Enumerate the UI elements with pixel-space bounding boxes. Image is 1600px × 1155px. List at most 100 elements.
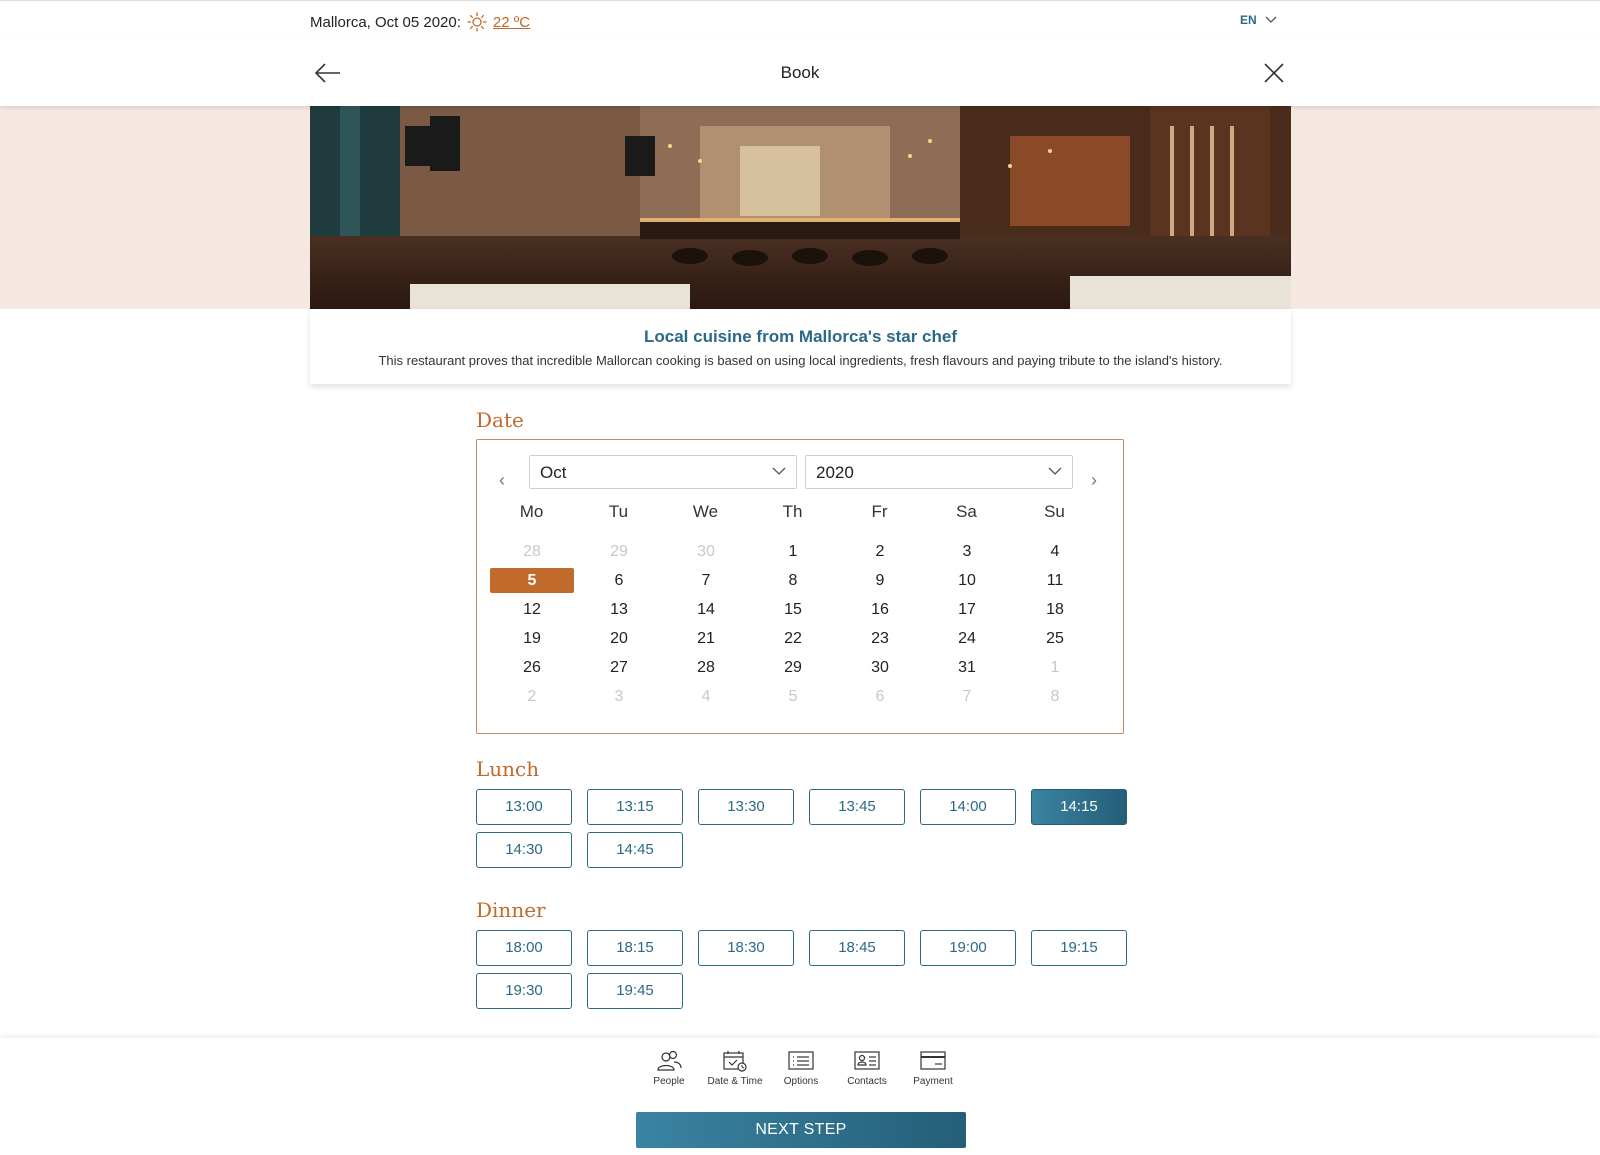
calendar-day[interactable]: 10 — [925, 568, 1009, 593]
year-select-value: 2020 — [816, 463, 854, 482]
month-select[interactable]: Oct — [529, 455, 797, 489]
chevron-down-icon — [1265, 16, 1277, 23]
restaurant-hero-image — [310, 106, 1291, 309]
weekday-header: Th — [782, 502, 803, 521]
calendar-day-outside-month: 29 — [610, 543, 628, 560]
lunch-time-slot-button[interactable]: 13:15 — [587, 789, 683, 825]
page-header: Book — [0, 39, 1600, 106]
calendar-day[interactable]: 12 — [490, 597, 574, 622]
dinner-time-slot-button[interactable]: 19:30 — [476, 973, 572, 1009]
calendar-day[interactable]: 3 — [925, 539, 1009, 564]
restaurant-interior-illustration — [310, 106, 1291, 309]
calendar-day[interactable]: 17 — [925, 597, 1009, 622]
prev-month-arrow-icon[interactable]: ‹ — [499, 470, 505, 491]
page-title: Book — [780, 63, 820, 82]
weekday-header: Sa — [956, 502, 977, 521]
lunch-time-slot-button[interactable]: 13:00 — [476, 789, 572, 825]
dinner-time-slot-button[interactable]: 19:45 — [587, 973, 683, 1009]
calendar-day[interactable]: 31 — [925, 655, 1009, 680]
calendar-day-outside-month: 3 — [614, 688, 624, 705]
calendar-day[interactable]: 9 — [838, 568, 922, 593]
next-step-button[interactable]: NEXT STEP — [636, 1112, 966, 1148]
dinner-time-slot-button[interactable]: 18:15 — [587, 930, 683, 966]
dinner-time-slot-button[interactable]: 18:00 — [476, 930, 572, 966]
step-people[interactable]: People — [636, 1050, 702, 1115]
calendar-day[interactable]: 24 — [925, 626, 1009, 651]
dinner-time-slot-button[interactable]: 19:15 — [1031, 930, 1127, 966]
calendar-day-outside-month: 4 — [701, 688, 711, 705]
calendar-day[interactable]: 28 — [664, 655, 748, 680]
step-label: Payment — [913, 1076, 953, 1087]
calendar-day-outside-month: 5 — [788, 688, 798, 705]
calendar-day[interactable]: 11 — [1013, 568, 1097, 593]
temperature-link[interactable]: 22 ºC — [493, 14, 530, 31]
top-info-bar: Mallorca, Oct 05 2020: 22 ºC EN — [0, 0, 1600, 39]
lunch-time-slot-button[interactable]: 14:45 — [587, 832, 683, 868]
step-contacts[interactable]: Contacts — [834, 1050, 900, 1115]
list-icon — [788, 1051, 814, 1070]
calendar-day[interactable]: 15 — [751, 597, 835, 622]
calendar-day[interactable]: 29 — [751, 655, 835, 680]
month-select-value: Oct — [540, 463, 567, 482]
dinner-section-title: Dinner — [476, 898, 546, 922]
close-icon[interactable] — [1262, 61, 1286, 85]
calendar-clock-icon — [723, 1051, 747, 1072]
restaurant-headline: Local cuisine from Mallorca's star chef — [644, 327, 957, 346]
calendar-day[interactable]: 14 — [664, 597, 748, 622]
step-options[interactable]: Options — [768, 1050, 834, 1115]
lunch-time-slot-button[interactable]: 14:00 — [920, 789, 1016, 825]
dinner-time-slot-button[interactable]: 19:00 — [920, 930, 1016, 966]
lunch-time-slot-button[interactable]: 14:30 — [476, 832, 572, 868]
lunch-time-slot-button[interactable]: 13:45 — [809, 789, 905, 825]
calendar-day[interactable]: 13 — [577, 597, 661, 622]
calendar-day[interactable]: 19 — [490, 626, 574, 651]
calendar-day[interactable]: 25 — [1013, 626, 1097, 651]
lunch-time-slot-button[interactable]: 13:30 — [698, 789, 794, 825]
booking-steps-bar: People Date & Time Options Contacts Paym… — [0, 1038, 1600, 1155]
booking-steps: People Date & Time Options Contacts Paym… — [636, 1050, 966, 1115]
calendar-day[interactable]: 7 — [664, 568, 748, 593]
restaurant-description: This restaurant proves that incredible M… — [378, 353, 1223, 368]
calendar-day[interactable]: 1 — [751, 539, 835, 564]
calendar-day[interactable]: 23 — [838, 626, 922, 651]
calendar-day[interactable]: 30 — [838, 655, 922, 680]
step-label: Options — [783, 1076, 819, 1087]
calendar-day[interactable]: 4 — [1013, 539, 1097, 564]
chevron-down-icon — [1048, 467, 1062, 475]
chevron-down-icon — [772, 467, 786, 475]
location-weather: Mallorca, Oct 05 2020: 22 ºC — [310, 12, 530, 32]
language-label: EN — [1240, 13, 1257, 27]
language-selector[interactable]: EN — [1240, 13, 1277, 27]
calendar-day[interactable]: 22 — [751, 626, 835, 651]
date-section-title: Date — [476, 408, 524, 432]
calendar-day[interactable]: 16 — [838, 597, 922, 622]
calendar-day[interactable]: 21 — [664, 626, 748, 651]
weekday-header: Mo — [519, 502, 544, 521]
calendar-day[interactable]: 20 — [577, 626, 661, 651]
date-picker-calendar: ‹ Oct 2020 › Mo Tu We Th Fr Sa Su 28 29 30 1 2 3 4 5 6… — [476, 439, 1124, 734]
calendar-day[interactable]: 18 — [1013, 597, 1097, 622]
year-select[interactable]: 2020 — [805, 455, 1073, 489]
step-payment[interactable]: Payment — [900, 1050, 966, 1115]
calendar-day[interactable]: 8 — [751, 568, 835, 593]
dinner-time-slot-button[interactable]: 18:45 — [809, 930, 905, 966]
calendar-day[interactable]: 26 — [490, 655, 574, 680]
step-label: Date & Time — [707, 1076, 763, 1087]
weekday-header: We — [692, 502, 719, 521]
calendar-day[interactable]: 6 — [577, 568, 661, 593]
calendar-day-selected[interactable]: 5 — [490, 568, 574, 593]
step-label: People — [653, 1076, 685, 1087]
calendar-day[interactable]: 27 — [577, 655, 661, 680]
step-date-time[interactable]: Date & Time — [702, 1050, 768, 1115]
lunch-section-title: Lunch — [476, 757, 540, 781]
next-month-arrow-icon[interactable]: › — [1091, 470, 1097, 491]
lunch-time-slot-button[interactable]: 14:15 — [1031, 789, 1127, 825]
weekday-header: Tu — [608, 502, 629, 521]
credit-card-icon — [920, 1051, 946, 1070]
sun-icon — [467, 12, 487, 32]
calendar-day-outside-month: 30 — [697, 543, 715, 560]
calendar-day[interactable]: 2 — [838, 539, 922, 564]
calendar-day-outside-month: 28 — [523, 543, 541, 560]
weekday-header: Fr — [871, 502, 888, 521]
dinner-time-slot-button[interactable]: 18:30 — [698, 930, 794, 966]
